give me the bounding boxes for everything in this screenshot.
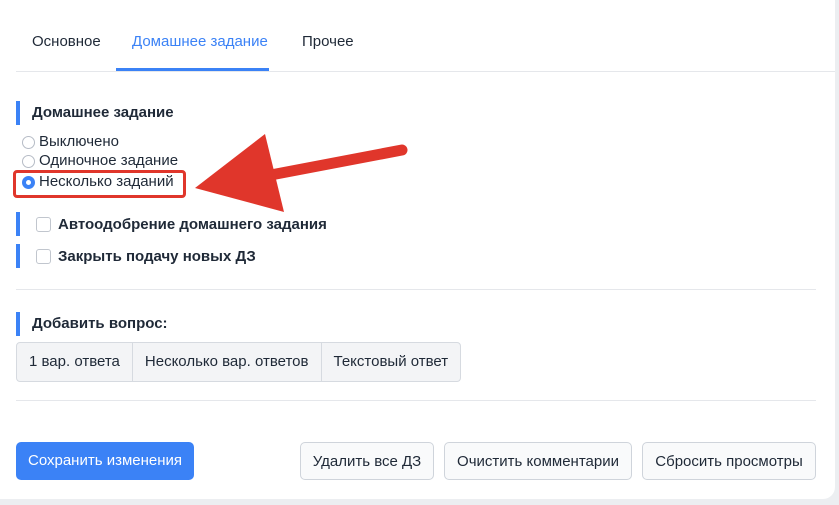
tab-other[interactable]: Прочее [286,0,370,70]
checkbox[interactable] [36,248,51,264]
text-answer-button[interactable]: Текстовый ответ [322,343,461,381]
tab-homework[interactable]: Домашнее задание [116,0,269,71]
checkbox-label: Автоодобрение домашнего задания [58,215,327,233]
tab-main[interactable]: Основное [16,0,117,70]
radio-option-single[interactable]: Одиночное задание [22,152,178,170]
save-button[interactable]: Сохранить изменения [16,442,194,480]
divider [16,289,816,290]
clear-comments-button[interactable]: Очистить комментарии [444,442,632,480]
reset-views-button[interactable]: Сбросить просмотры [642,442,816,480]
add-question-title: Добавить вопрос: [16,312,168,336]
radio-button[interactable] [22,154,35,168]
checkbox[interactable] [36,216,51,232]
question-type-button-group: 1 вар. ответа Несколько вар. ответов Тек… [16,342,462,382]
radio-button[interactable] [22,135,35,149]
settings-card: Основное Домашнее задание Прочее Домашне… [0,0,835,499]
radio-label: Выключено [39,133,119,150]
tab-bar: Основное Домашнее задание Прочее [16,0,835,72]
checkbox-auto-approve[interactable]: Автоодобрение домашнего задания [16,212,327,236]
single-answer-button[interactable]: 1 вар. ответа [17,343,133,381]
radio-label: Одиночное задание [39,152,179,169]
delete-all-homework-button[interactable]: Удалить все ДЗ [300,442,434,480]
homework-section-title: Домашнее задание [16,101,174,125]
checkbox-close-submissions[interactable]: Закрыть подачу новых ДЗ [16,244,256,268]
radio-option-off[interactable]: Выключено [22,133,119,151]
divider [16,400,816,401]
annotation-highlight-box [13,170,186,198]
checkbox-label: Закрыть подачу новых ДЗ [58,247,256,265]
multiple-answers-button[interactable]: Несколько вар. ответов [133,343,322,381]
